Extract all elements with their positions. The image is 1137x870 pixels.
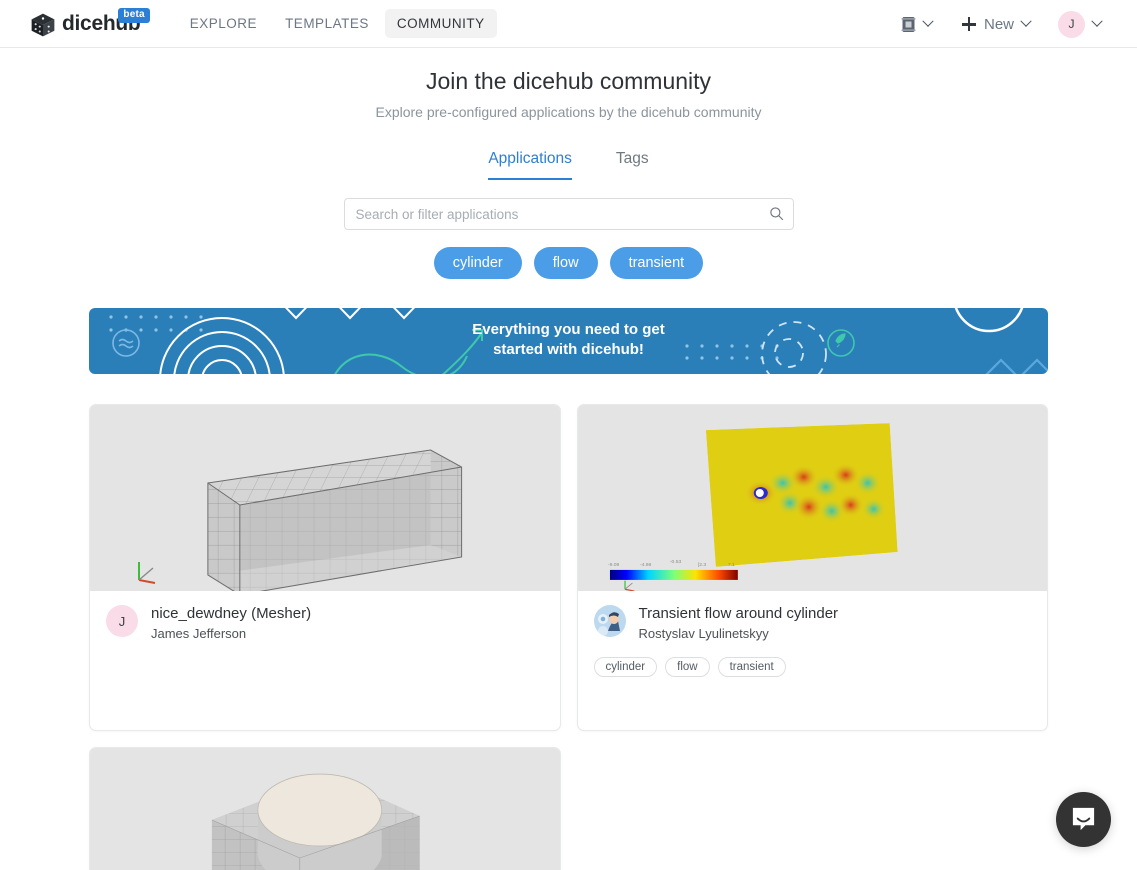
card-title: Transient flow around cylinder bbox=[638, 605, 839, 622]
nav-item-community[interactable]: COMMUNITY bbox=[384, 9, 497, 38]
card-header: Transient flow around cylinder Rostyslav… bbox=[593, 605, 1032, 641]
main-nav: EXPLORE TEMPLATES COMMUNITY bbox=[178, 9, 497, 38]
avatar bbox=[593, 605, 626, 637]
card-header: J nice_dewdney (Mesher) James Jefferson bbox=[106, 605, 544, 641]
server-rack-icon bbox=[901, 16, 916, 32]
card-title: nice_dewdney (Mesher) bbox=[151, 605, 312, 622]
plus-icon bbox=[961, 17, 976, 31]
new-button-label: New bbox=[983, 15, 1014, 33]
application-card[interactable]: -9.09 -4.98 -0.53 [2.3 7.1 Transient flo… bbox=[576, 404, 1048, 731]
chevron-down-icon bbox=[922, 15, 934, 27]
nav-item-explore[interactable]: EXPLORE bbox=[178, 9, 269, 38]
mesh-cylinder-box-preview bbox=[211, 773, 420, 870]
avatar: J bbox=[1058, 10, 1085, 38]
filter-tag-cylinder[interactable]: cylinder bbox=[433, 247, 522, 279]
card-thumbnail bbox=[90, 405, 560, 591]
card-tag-cylinder[interactable]: cylinder bbox=[593, 657, 658, 677]
card-thumbnail bbox=[90, 748, 560, 870]
avatar: J bbox=[106, 605, 138, 637]
brand-logo[interactable]: dicehub beta bbox=[30, 7, 150, 38]
card-tag-list: cylinder flow transient bbox=[593, 657, 1032, 677]
card-tag-flow[interactable]: flow bbox=[665, 657, 710, 677]
app-header: dicehub beta EXPLORE TEMPLATES COMMUNITY… bbox=[0, 0, 1137, 48]
card-thumbnail: -9.09 -4.98 -0.53 [2.3 7.1 bbox=[577, 405, 1047, 591]
svg-text:-0.53: -0.53 bbox=[669, 559, 681, 565]
tab-applications[interactable]: Applications bbox=[488, 150, 572, 180]
application-card-grid: J nice_dewdney (Mesher) James Jefferson bbox=[89, 404, 1048, 731]
application-card[interactable]: J nice_dewdney (Mesher) James Jefferson bbox=[89, 404, 561, 731]
cfd-contour-preview: -9.09 -4.98 -0.53 [2.3 7.1 bbox=[607, 423, 898, 591]
intercom-chat-icon bbox=[1072, 807, 1095, 831]
chevron-down-icon bbox=[1020, 15, 1032, 27]
search-bar bbox=[343, 198, 794, 230]
search-icon[interactable] bbox=[769, 206, 784, 221]
card-author: Rostyslav Lyulinetskyy bbox=[638, 626, 769, 641]
filter-tag-transient[interactable]: transient bbox=[609, 247, 704, 279]
banner-decoration bbox=[109, 308, 1048, 374]
beta-badge: beta bbox=[118, 7, 150, 23]
card-body: Transient flow around cylinder Rostyslav… bbox=[578, 591, 1048, 677]
chevron-down-icon bbox=[1091, 15, 1103, 27]
chat-widget-button[interactable] bbox=[1056, 792, 1111, 847]
search-input[interactable] bbox=[343, 198, 794, 230]
filter-tag-list: cylinder flow transient bbox=[0, 247, 1137, 279]
mesh-box-preview bbox=[207, 449, 463, 591]
svg-text:[2.3: [2.3 bbox=[697, 562, 706, 568]
cube-dice-icon bbox=[31, 13, 55, 36]
tab-tags[interactable]: Tags bbox=[616, 150, 649, 180]
svg-text:7.1: 7.1 bbox=[727, 562, 734, 568]
axis-triad-icon bbox=[623, 580, 634, 591]
promo-banner[interactable]: Everything you need to get started with … bbox=[89, 308, 1048, 374]
nav-item-templates[interactable]: TEMPLATES bbox=[273, 9, 381, 38]
axis-triad-icon bbox=[138, 562, 156, 584]
header-actions: New J bbox=[897, 0, 1113, 48]
card-tag-transient[interactable]: transient bbox=[717, 657, 786, 677]
user-menu[interactable]: J bbox=[1040, 7, 1113, 42]
page-title: Join the dicehub community bbox=[425, 68, 712, 94]
projects-menu[interactable] bbox=[897, 12, 944, 37]
card-body: J nice_dewdney (Mesher) James Jefferson bbox=[90, 591, 560, 641]
waves-icon bbox=[112, 329, 140, 357]
filter-tag-flow[interactable]: flow bbox=[533, 247, 598, 279]
svg-text:-4.98: -4.98 bbox=[639, 562, 651, 568]
page-subtitle: Explore pre-configured applications by t… bbox=[375, 104, 762, 120]
avatar-photo-icon bbox=[593, 605, 626, 637]
rocket-icon bbox=[827, 329, 855, 357]
card-author: James Jefferson bbox=[151, 626, 247, 641]
svg-text:-9.09: -9.09 bbox=[607, 562, 619, 568]
application-card-grid-row-2 bbox=[89, 747, 1048, 870]
application-card[interactable] bbox=[89, 747, 561, 870]
content-tabs: Applications Tags bbox=[0, 150, 1137, 180]
new-button[interactable]: New bbox=[961, 15, 1038, 33]
